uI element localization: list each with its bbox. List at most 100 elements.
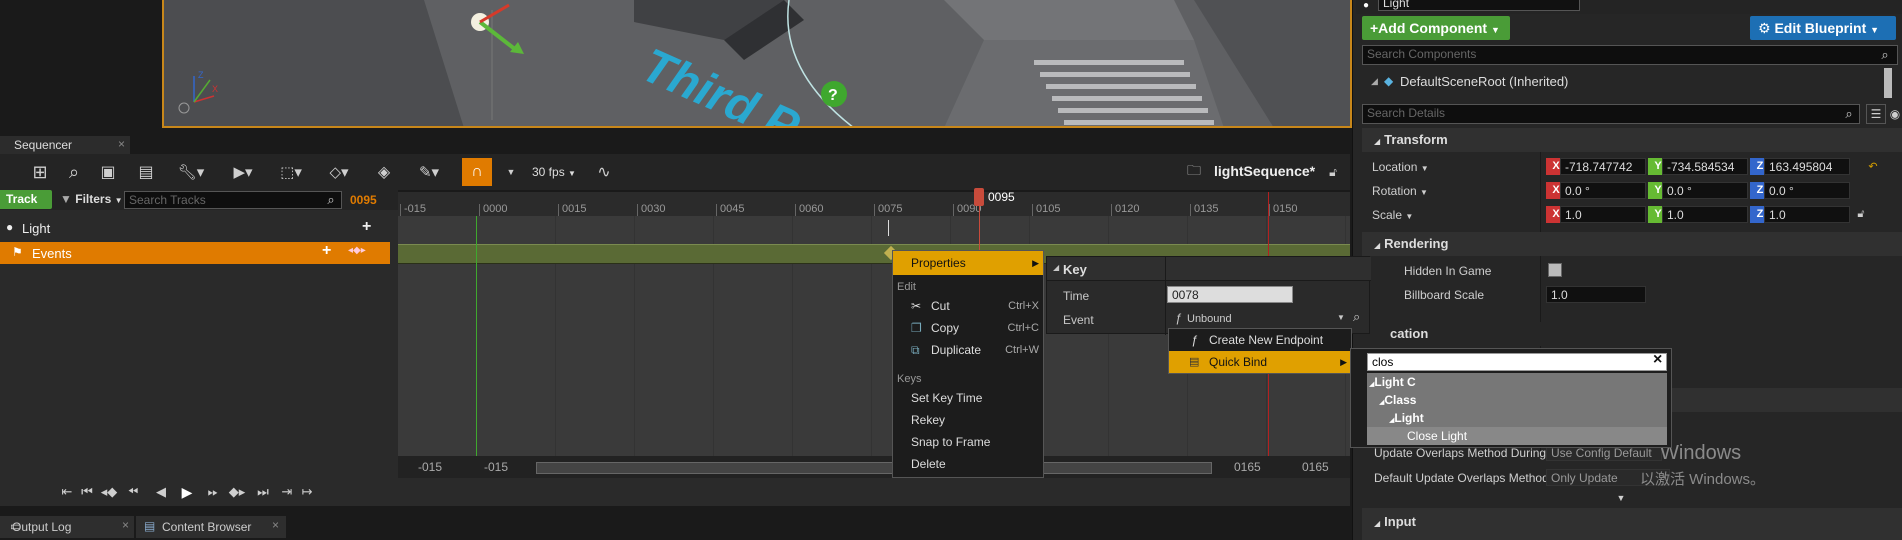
menu-item-rekey[interactable]: Rekey: [893, 409, 1043, 431]
scale-y-field[interactable]: 1.0: [1662, 206, 1748, 223]
content-browser-tab[interactable]: ▤ Content Browser ×: [136, 516, 286, 538]
tree-item-selected[interactable]: Close Light: [1367, 427, 1667, 445]
camera-icon[interactable]: ▣: [96, 160, 120, 184]
input-section[interactable]: ◢ Input: [1362, 508, 1902, 540]
menu-item-duplicate[interactable]: ⧉ Duplicate Ctrl+W: [893, 339, 1043, 361]
range-right-outer[interactable]: 0165: [1302, 460, 1329, 474]
menu-item-set-key-time[interactable]: Set Key Time: [893, 387, 1043, 409]
pencil-icon[interactable]: ✎▾: [414, 160, 444, 184]
add-icon[interactable]: +: [362, 218, 371, 236]
location-z-field[interactable]: 163.495804: [1764, 158, 1850, 175]
snap-magnet-icon[interactable]: ∩: [462, 158, 492, 186]
location-y-field[interactable]: -734.584534: [1662, 158, 1748, 175]
play-reverse-icon[interactable]: ◀: [152, 482, 170, 502]
fps-dropdown[interactable]: 30 fps ▼: [532, 165, 576, 179]
rendering-section[interactable]: ◢ Rendering: [1362, 232, 1902, 256]
actor-name-field[interactable]: Light: [1378, 0, 1580, 11]
search-tracks-input[interactable]: Search Tracks: [124, 191, 342, 209]
search-components-input[interactable]: Search Components: [1362, 45, 1898, 65]
go-to-start-icon[interactable]: ⇤: [58, 482, 76, 502]
close-icon[interactable]: ×: [272, 518, 279, 532]
next-key-icon[interactable]: ◆▸: [228, 482, 246, 502]
reset-arrow-icon[interactable]: ↶: [1866, 158, 1880, 175]
add-track-button[interactable]: Track ▼: [0, 190, 52, 224]
rotation-x-field[interactable]: 0.0 °: [1560, 182, 1646, 199]
level-viewport[interactable]: ? Z X Third P: [162, 0, 1352, 128]
transform-section[interactable]: ◢ Transform: [1362, 128, 1902, 152]
save-icon[interactable]: ⊞: [28, 160, 52, 184]
prev-frame-icon[interactable]: ⏪︎: [124, 482, 142, 502]
menu-item-properties[interactable]: Properties ▶: [893, 251, 1043, 275]
range-right-inner[interactable]: 0165: [1234, 460, 1261, 474]
location-dropdown[interactable]: Location ▼: [1372, 160, 1429, 174]
search-icon[interactable]: ⌕: [1353, 309, 1360, 325]
output-log-tab[interactable]: ▭ Output Log ×: [0, 516, 134, 538]
lock-icon[interactable]: 🔓︎: [1324, 160, 1342, 184]
event-value[interactable]: Unbound: [1187, 313, 1232, 325]
menu-item-quick-bind[interactable]: ▤ Quick Bind ▶: [1169, 351, 1351, 373]
menu-item-copy[interactable]: ❐ Copy Ctrl+C: [893, 317, 1043, 339]
search-details-input[interactable]: Search Details: [1362, 104, 1860, 124]
step-back-icon[interactable]: ⏮︎: [78, 482, 96, 502]
expand-more-icon[interactable]: ▼: [1614, 492, 1628, 504]
close-icon[interactable]: ×: [118, 137, 125, 151]
chevron-down-icon[interactable]: ▼: [1337, 313, 1345, 322]
go-to-end-icon[interactable]: ⇥: [278, 482, 296, 502]
timeline-scrollbar[interactable]: [536, 462, 1212, 474]
scale-dropdown[interactable]: Scale ▼: [1372, 208, 1413, 222]
edit-blueprint-button[interactable]: ⚙ Edit Blueprint ▼: [1750, 16, 1896, 40]
play-icon[interactable]: ▶▾: [228, 160, 258, 184]
loop-icon[interactable]: ↦: [298, 482, 316, 502]
location-x-field[interactable]: -718.747742: [1560, 158, 1646, 175]
clapper-icon[interactable]: ▤: [134, 160, 158, 184]
rotation-z-field[interactable]: 0.0 °: [1764, 182, 1850, 199]
folder-icon[interactable]: 🗀︎: [1184, 160, 1204, 184]
hover-marker: [888, 220, 889, 236]
lock-icon[interactable]: 🔓︎: [1854, 206, 1868, 223]
key-icon[interactable]: ◇▾: [324, 160, 354, 184]
track-row-light[interactable]: ● Light +: [0, 216, 390, 240]
range-left-inner[interactable]: -015: [484, 460, 508, 474]
add-key-icon[interactable]: +: [322, 242, 331, 260]
range-left-outer[interactable]: -015: [418, 460, 442, 474]
tree-item[interactable]: ◢Light: [1389, 411, 1424, 425]
track-row-events[interactable]: ⚑ Events + ◂◆▸: [0, 242, 390, 264]
menu-item-cut[interactable]: ✂ Cut Ctrl+X: [893, 295, 1043, 317]
billboard-scale-field[interactable]: 1.0: [1546, 286, 1646, 303]
default-scene-root-item[interactable]: DefaultSceneRoot (Inherited): [1400, 74, 1568, 89]
menu-item-snap-to-frame[interactable]: Snap to Frame: [893, 431, 1043, 453]
chevron-down-icon[interactable]: ▼: [504, 160, 518, 184]
location-section-partial[interactable]: cation: [1362, 322, 1902, 346]
time-field[interactable]: 0078: [1167, 286, 1293, 303]
filters-button[interactable]: ▼ Filters ▼: [60, 192, 123, 206]
auto-key-icon[interactable]: ◈: [372, 160, 396, 184]
search-icon[interactable]: ⌕: [62, 160, 86, 184]
tree-item[interactable]: ◢Class: [1379, 393, 1416, 407]
prev-key-icon[interactable]: ◂◆: [100, 482, 118, 502]
sequencer-tab[interactable]: Sequencer ×: [0, 136, 130, 154]
rotation-dropdown[interactable]: Rotation ▼: [1372, 184, 1428, 198]
menu-item-delete[interactable]: Delete: [893, 453, 1043, 475]
actor-toggle-icon[interactable]: ●: [1360, 0, 1372, 11]
quick-bind-search-input[interactable]: clos: [1367, 353, 1667, 371]
scale-z-field[interactable]: 1.0: [1764, 206, 1850, 223]
step-forward-icon[interactable]: ⏭︎: [254, 482, 272, 502]
rotation-y-field[interactable]: 0.0 °: [1662, 182, 1748, 199]
close-icon[interactable]: ×: [1653, 351, 1662, 369]
add-component-button[interactable]: +Add Component ▼: [1362, 16, 1510, 40]
selection-icon[interactable]: ⬚▾: [276, 160, 306, 184]
eye-icon[interactable]: ◉: [1888, 104, 1902, 124]
hidden-in-game-checkbox[interactable]: [1548, 263, 1562, 277]
tree-item[interactable]: ◢Light C: [1369, 375, 1416, 389]
wrench-icon[interactable]: 🔧︎▾: [176, 160, 206, 184]
next-frame-icon[interactable]: ⏩︎: [204, 482, 222, 502]
scale-x-field[interactable]: 1.0: [1560, 206, 1646, 223]
close-icon[interactable]: ×: [122, 518, 129, 532]
key-nav-icon[interactable]: ◂◆▸: [348, 245, 366, 256]
view-options-icon[interactable]: ☰: [1866, 104, 1886, 124]
curve-editor-icon[interactable]: ∿: [592, 160, 616, 184]
play-icon[interactable]: ▶: [178, 482, 196, 502]
menu-item-create-new-endpoint[interactable]: ƒ Create New Endpoint: [1169, 329, 1351, 351]
playhead-handle[interactable]: [974, 188, 984, 206]
components-scrollbar[interactable]: [1884, 68, 1892, 98]
